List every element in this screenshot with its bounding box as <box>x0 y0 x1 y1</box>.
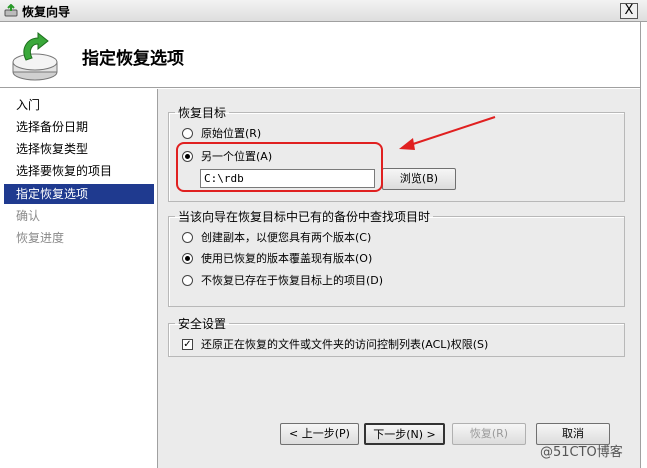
step-specify-options[interactable]: 指定恢复选项 <box>4 184 154 204</box>
overwrite-label: 使用已恢复的版本覆盖现有版本(O) <box>201 252 373 265</box>
original-location-radio[interactable] <box>182 127 193 139</box>
create-copy-option[interactable]: 创建副本，以便您具有两个版本(C) <box>182 229 371 245</box>
annotation-highlight <box>176 142 383 192</box>
restore-target-legend: 恢复目标 <box>178 106 227 120</box>
create-copy-radio[interactable] <box>182 231 193 243</box>
next-button[interactable]: 下一步(N) > <box>364 423 445 445</box>
original-location-option[interactable]: 原始位置(R) <box>182 125 261 141</box>
step-progress: 恢复进度 <box>16 231 65 245</box>
page-title: 指定恢复选项 <box>82 49 184 69</box>
step-confirm: 确认 <box>16 209 41 223</box>
step-getting-started[interactable]: 入门 <box>4 95 154 115</box>
restore-acl-label: 还原正在恢复的文件或文件夹的访问控制列表(ACL)权限(S) <box>201 338 489 351</box>
step-select-recovery-type[interactable]: 选择恢复类型 <box>4 139 154 159</box>
window-title: 恢复向导 <box>22 5 71 19</box>
browse-button[interactable]: 浏览(B) <box>382 168 456 190</box>
back-button[interactable]: < 上一步(P) <box>280 423 359 445</box>
restore-button: 恢复(R) <box>452 423 526 445</box>
window-edge <box>640 22 647 468</box>
title-bar: 恢复向导 X <box>0 0 647 22</box>
skip-existing-label: 不恢复已存在于恢复目标上的项目(D) <box>201 274 384 287</box>
conflict-legend: 当该向导在恢复目标中已有的备份中查找项目时 <box>178 210 431 224</box>
overwrite-option[interactable]: 使用已恢复的版本覆盖现有版本(O) <box>182 250 372 266</box>
step-select-items[interactable]: 选择要恢复的项目 <box>4 161 154 181</box>
restore-acl-option[interactable]: ✓ 还原正在恢复的文件或文件夹的访问控制列表(ACL)权限(S) <box>182 336 488 352</box>
skip-existing-radio[interactable] <box>182 274 193 286</box>
backup-app-icon <box>4 4 18 17</box>
create-copy-label: 创建副本，以便您具有两个版本(C) <box>201 231 372 244</box>
restore-acl-checkbox[interactable]: ✓ <box>182 338 193 350</box>
wizard-steps-sidebar: 入门 选择备份日期 选择恢复类型 选择要恢复的项目 指定恢复选项 确认 恢复进度 <box>0 89 158 468</box>
restore-drive-icon <box>12 31 58 81</box>
security-legend: 安全设置 <box>178 317 227 331</box>
wizard-header: 指定恢复选项 <box>0 22 647 88</box>
annotation-arrow <box>399 116 496 150</box>
step-select-backup-date[interactable]: 选择备份日期 <box>4 117 154 137</box>
close-button[interactable]: X <box>620 3 638 19</box>
watermark-text: @51CTO博客 <box>540 445 623 460</box>
overwrite-radio[interactable] <box>182 252 193 264</box>
original-location-label: 原始位置(R) <box>201 127 262 140</box>
skip-existing-option[interactable]: 不恢复已存在于恢复目标上的项目(D) <box>182 272 383 288</box>
